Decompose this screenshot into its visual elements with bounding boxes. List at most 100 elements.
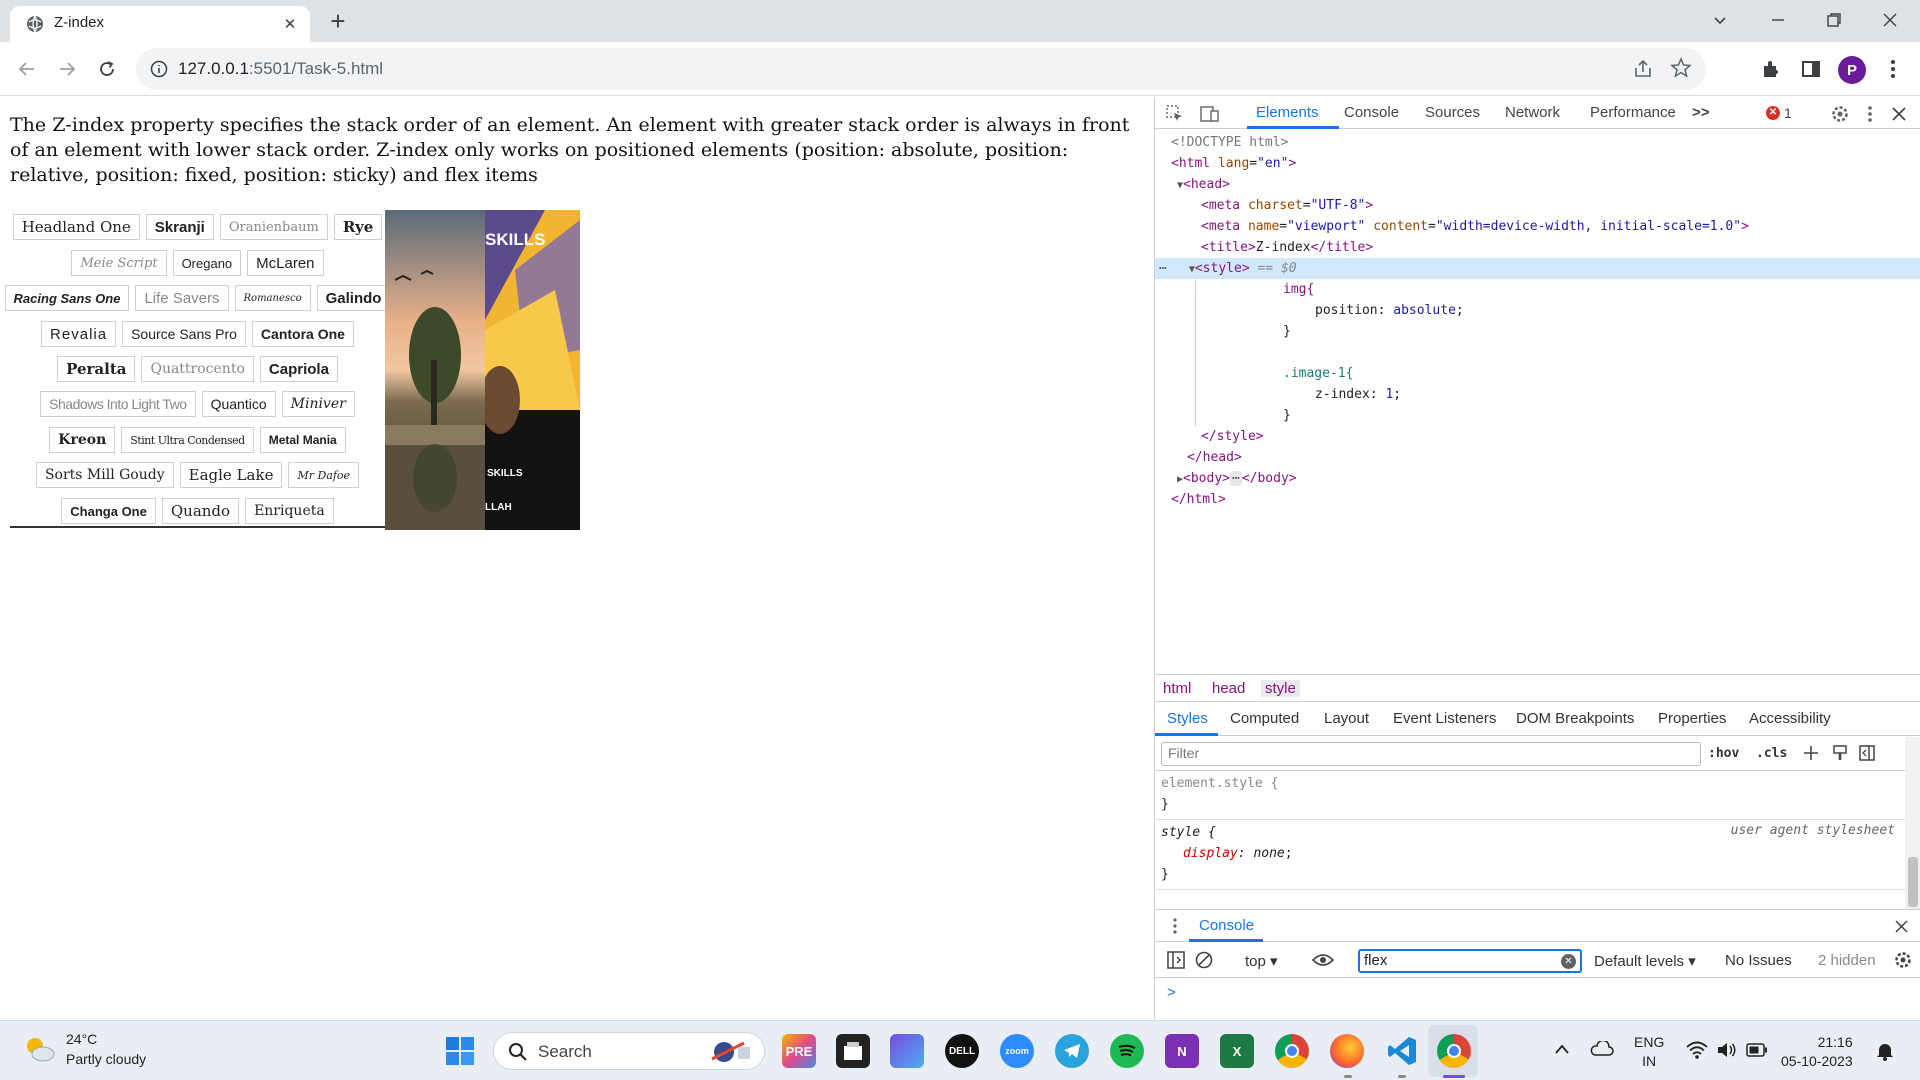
dom-line[interactable]: ▼<head>	[1155, 174, 1920, 195]
onedrive-cloud-icon[interactable]	[1590, 1041, 1614, 1057]
chrome-icon[interactable]	[1275, 1034, 1309, 1068]
firefox-icon[interactable]	[1330, 1034, 1364, 1068]
cls-button[interactable]: .cls	[1756, 746, 1787, 761]
excel-icon[interactable]: X	[1220, 1034, 1254, 1068]
side-panel-icon[interactable]	[1798, 56, 1824, 82]
dom-line[interactable]: <meta name="viewport" content="width=dev…	[1155, 216, 1920, 237]
dom-line[interactable]: ▶<body> ⋯ </body>	[1155, 468, 1920, 489]
zoom-app-icon[interactable]: zoom	[1000, 1034, 1034, 1068]
copilot-icon[interactable]	[890, 1034, 924, 1068]
subtab-dom-breakpoints[interactable]: DOM Breakpoints	[1516, 710, 1634, 727]
breadcrumb-item[interactable]: html	[1163, 680, 1191, 697]
tray-chevron-up-icon[interactable]	[1554, 1043, 1570, 1055]
spotify-icon[interactable]	[1110, 1034, 1144, 1068]
minimize-button[interactable]	[1758, 6, 1798, 34]
windows-start-icon[interactable]	[446, 1037, 474, 1065]
context-selector[interactable]: top ▾	[1245, 952, 1278, 970]
more-tabs-button[interactable]: >>	[1692, 104, 1710, 121]
subtab-accessibility[interactable]: Accessibility	[1749, 710, 1831, 727]
inspect-element-icon[interactable]	[1164, 103, 1186, 125]
new-rule-plus-icon[interactable]	[1802, 744, 1820, 762]
new-tab-button[interactable]: +	[322, 8, 354, 36]
battery-icon[interactable]	[1746, 1043, 1768, 1057]
restore-button[interactable]	[1814, 6, 1854, 34]
log-levels-dropdown[interactable]: Default levels ▾	[1594, 952, 1696, 970]
dom-line[interactable]: </html>	[1155, 489, 1920, 510]
language-indicator[interactable]: ENG IN	[1634, 1033, 1664, 1071]
dom-line[interactable]: <html lang="en">	[1155, 153, 1920, 174]
file-explorer-icon[interactable]	[836, 1034, 870, 1068]
rule-line[interactable]: element.style {	[1161, 773, 1278, 794]
tab-close-icon[interactable]: ✕	[280, 14, 300, 34]
onenote-icon[interactable]: N	[1165, 1034, 1199, 1068]
console-prompt[interactable]: >	[1167, 984, 1176, 1001]
subtab-properties[interactable]: Properties	[1658, 710, 1726, 727]
browser-tab[interactable]: Z-index ✕	[10, 6, 310, 42]
vscode-icon[interactable]	[1385, 1034, 1419, 1068]
dom-line[interactable]: position: absolute;	[1155, 300, 1920, 321]
drawer-tab-console[interactable]: Console	[1199, 917, 1254, 934]
close-drawer-icon[interactable]	[1895, 920, 1908, 933]
tab-search-icon[interactable]	[1700, 6, 1740, 34]
dom-line[interactable]: <title>Z-index</title>	[1155, 237, 1920, 258]
back-button[interactable]	[12, 54, 42, 84]
drawer-menu-icon[interactable]	[1172, 918, 1178, 934]
copilot-preview-app-icon[interactable]: PRE	[782, 1034, 816, 1068]
close-window-button[interactable]	[1870, 6, 1910, 34]
dom-line[interactable]: }	[1155, 321, 1920, 342]
tab-elements[interactable]: Elements	[1256, 104, 1319, 121]
clock[interactable]: 21:16 05-10-2023	[1781, 1033, 1853, 1071]
notification-bell-icon[interactable]	[1875, 1041, 1895, 1061]
clear-filter-icon[interactable]: ✕	[1561, 954, 1576, 969]
wifi-icon[interactable]	[1686, 1041, 1708, 1059]
dom-line[interactable]: z-index: 1;	[1155, 384, 1920, 405]
site-info-icon[interactable]	[150, 60, 168, 78]
console-filter-input[interactable]: flex ✕	[1358, 949, 1582, 973]
share-icon[interactable]	[1632, 58, 1654, 80]
taskbar-search[interactable]: Search	[493, 1032, 765, 1070]
live-expression-eye-icon[interactable]	[1312, 952, 1334, 968]
subtab-computed[interactable]: Computed	[1230, 710, 1299, 727]
devtools-menu-icon[interactable]	[1859, 103, 1881, 125]
subtab-styles[interactable]: Styles	[1167, 710, 1208, 727]
subtab-layout[interactable]: Layout	[1324, 710, 1369, 727]
tab-console[interactable]: Console	[1344, 104, 1399, 121]
dom-line[interactable]: }	[1155, 405, 1920, 426]
dom-line[interactable]: <!DOCTYPE html>	[1155, 132, 1920, 153]
forward-button[interactable]	[52, 54, 82, 84]
dell-app-icon[interactable]: DELL	[945, 1034, 979, 1068]
hov-button[interactable]: :hov	[1708, 746, 1739, 761]
tab-performance[interactable]: Performance	[1590, 104, 1676, 121]
collapsed-ellipsis[interactable]: ⋯	[1230, 471, 1242, 486]
bookmark-star-icon[interactable]	[1670, 57, 1692, 79]
issues-button[interactable]: No Issues	[1725, 952, 1792, 969]
chrome-active-icon[interactable]	[1437, 1034, 1471, 1068]
reload-button[interactable]	[92, 54, 122, 84]
device-toolbar-icon[interactable]	[1199, 103, 1221, 125]
rule-line[interactable]: style {	[1161, 822, 1216, 843]
extensions-icon[interactable]	[1758, 56, 1784, 82]
styles-filter-input[interactable]: Filter	[1161, 742, 1701, 766]
dom-line-selected[interactable]: ⋯ ▼<style> == $0	[1155, 258, 1920, 279]
dom-line[interactable]: </head>	[1155, 447, 1920, 468]
toggle-sidebar-icon[interactable]	[1858, 744, 1876, 762]
tab-network[interactable]: Network	[1505, 104, 1560, 121]
rule-line[interactable]: display: none;	[1161, 843, 1293, 864]
subtab-event-listeners[interactable]: Event Listeners	[1393, 710, 1496, 727]
close-devtools-icon[interactable]	[1888, 103, 1910, 125]
error-counter[interactable]: ✕ 1	[1766, 105, 1792, 121]
clear-console-icon[interactable]	[1195, 951, 1213, 969]
volume-icon[interactable]	[1716, 1041, 1738, 1059]
dom-line[interactable]: img{	[1155, 279, 1920, 300]
breadcrumb-item[interactable]: head	[1212, 680, 1245, 697]
dom-line[interactable]: .image-1{	[1155, 363, 1920, 384]
tab-sources[interactable]: Sources	[1425, 104, 1480, 121]
dom-line[interactable]: </style>	[1155, 426, 1920, 447]
profile-avatar[interactable]: P	[1838, 56, 1866, 84]
menu-kebab-icon[interactable]	[1880, 56, 1906, 82]
console-settings-gear-icon[interactable]	[1894, 951, 1912, 969]
address-bar[interactable]: 127.0.0.1:5501/Task-5.html	[136, 48, 1706, 90]
scrollbar-thumb[interactable]	[1908, 857, 1918, 907]
settings-gear-icon[interactable]	[1829, 103, 1851, 125]
paint-brush-icon[interactable]	[1831, 744, 1849, 762]
